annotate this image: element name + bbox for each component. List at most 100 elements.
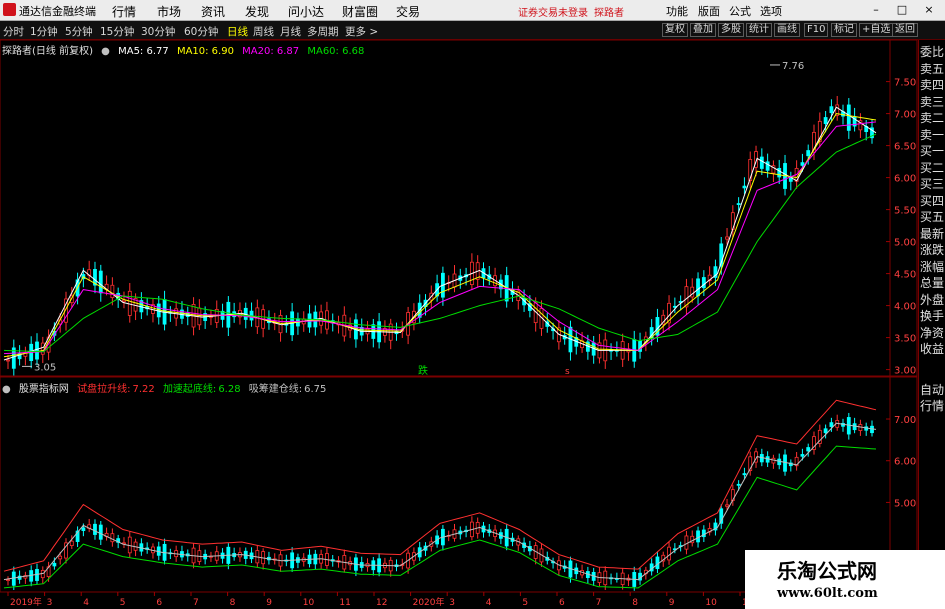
sub-y-tick-label: 7.00 <box>894 415 916 426</box>
sub-candle-body <box>829 422 834 427</box>
main-candle-body <box>696 278 700 297</box>
main-candle-body <box>846 104 851 131</box>
quote-side-panel: 委比 卖五 卖四 卖三 卖二 卖一 买一 买二 买三 买四 买五 最新 涨跌 涨… <box>918 40 945 609</box>
legend-ma5: MA5: 6.77 <box>118 46 169 57</box>
side-item-bid3[interactable]: 买三 <box>920 176 945 192</box>
sub-candle-body <box>696 530 700 543</box>
main-candle-body <box>35 341 39 360</box>
side-item-change-pct[interactable]: 涨幅 <box>920 259 945 275</box>
side-item-net-assets[interactable]: 净资 <box>920 325 945 341</box>
high-marker-label: 7.76 <box>782 61 804 72</box>
x-axis-label: 8 <box>632 598 638 608</box>
side-item-outer-volume[interactable]: 外盘 <box>920 292 945 308</box>
sub-y-tick-label: 5.00 <box>894 498 916 509</box>
main-candle-body <box>736 203 741 205</box>
main-candle-body <box>777 167 782 178</box>
event-marker-2: s <box>565 367 570 377</box>
x-axis-label: 6 <box>559 598 565 608</box>
legend-ma20: MA20: 6.87 <box>242 46 300 57</box>
chart-canvas[interactable]: 3.00 3.50 4.00 4.50 5.00 5.50 6.00 6.50 7.00 7.50… <box>0 0 945 609</box>
sub-chart-legend: ● 股票指标网 试盘拉升线: 7.22 加速起底线: 6.28 吸筹建仓线: 6.75 <box>2 380 331 395</box>
sub-candle-body <box>93 523 97 535</box>
sub-candle-body <box>110 533 115 543</box>
x-axis-label: 9 <box>669 598 675 608</box>
side-item-bid5[interactable]: 买五 <box>920 209 945 225</box>
main-series-1-line <box>3 106 877 361</box>
side-item-turnover[interactable]: 换手 <box>920 308 945 324</box>
side-item-ask4[interactable]: 卖四 <box>920 77 945 93</box>
legend-accum-line-value: 6.75 <box>304 384 327 395</box>
main-candle-body <box>765 161 770 171</box>
x-axis-label: 10 <box>303 598 315 608</box>
main-candle-body <box>701 277 706 289</box>
legend-test-line-value: 7.22 <box>132 384 155 395</box>
side-item-change[interactable]: 涨跌 <box>920 242 945 258</box>
main-candle-body <box>690 286 695 298</box>
main-candle-body <box>122 299 126 302</box>
main-y-tick-label: 7.50 <box>894 78 916 89</box>
side-item-quotes[interactable]: 行情 <box>920 398 945 414</box>
side-item-ask2[interactable]: 卖二 <box>920 110 945 126</box>
sub-candle-body <box>725 504 729 507</box>
x-axis-label: 7 <box>596 598 602 608</box>
x-axis-label: 9 <box>266 598 272 608</box>
side-item-bid4[interactable]: 买四 <box>920 193 945 209</box>
main-chart-frame <box>0 39 918 377</box>
x-axis-label: 8 <box>230 598 236 608</box>
main-series-4-line <box>3 133 877 353</box>
watermark-title: 乐淘公式网 <box>777 559 877 583</box>
sub-candle-body <box>52 562 57 567</box>
sub-candle-body <box>823 428 828 434</box>
legend-accel-line-value: 6.28 <box>218 384 241 395</box>
side-item-auto[interactable]: 自动 <box>920 382 945 398</box>
x-axis-label: 6 <box>156 598 162 608</box>
main-y-tick-label: 4.00 <box>894 302 916 313</box>
sub-candle-body <box>6 579 10 581</box>
x-axis-label: 10 <box>705 598 717 608</box>
main-candle-body <box>742 185 747 189</box>
x-axis-label: 2020年 <box>413 596 445 608</box>
sub-candle-body <box>800 454 805 457</box>
main-candle-body <box>829 106 834 114</box>
main-series-2-line <box>3 113 877 358</box>
sub-y-tick-label: 6.00 <box>894 457 916 468</box>
main-y-tick-label: 5.00 <box>894 238 916 249</box>
main-candle-body <box>806 150 811 157</box>
side-item-last[interactable]: 最新 <box>920 226 945 242</box>
x-axis-label: 5 <box>522 598 528 608</box>
side-item-ask5[interactable]: 卖五 <box>920 61 945 77</box>
sub-candle-body <box>806 447 811 452</box>
side-item-ask1[interactable]: 卖一 <box>920 127 945 143</box>
x-axis-label: 2019年 <box>10 596 42 608</box>
site-watermark: 乐淘公式网 www.60lt.com <box>745 550 945 609</box>
main-candle-body <box>98 270 103 294</box>
side-item-bid1[interactable]: 买一 <box>920 143 945 159</box>
x-axis-label: 3 <box>47 598 53 608</box>
main-y-tick-label: 3.50 <box>894 334 916 345</box>
main-candle-body <box>6 359 10 362</box>
main-chart-title: 探路者(日线 前复权) <box>2 46 93 57</box>
main-candle-body <box>725 236 729 240</box>
side-item-commission-ratio[interactable]: 委比 <box>920 44 945 60</box>
side-item-volume[interactable]: 总量 <box>920 275 945 291</box>
sub-candle-body <box>736 483 741 486</box>
x-axis-label: 3 <box>449 598 455 608</box>
sub-candle-body <box>742 473 747 476</box>
x-axis-label: 7 <box>193 598 199 608</box>
main-y-tick-label: 5.50 <box>894 206 916 217</box>
low-marker-label: 3.05 <box>34 362 56 373</box>
side-item-ask3[interactable]: 卖三 <box>920 94 945 110</box>
main-y-tick-label: 4.50 <box>894 270 916 281</box>
x-axis-label: 4 <box>83 598 89 608</box>
x-axis-label: 4 <box>486 598 492 608</box>
sub-candle-body <box>667 546 671 561</box>
main-y-tick-label: 6.50 <box>894 142 916 153</box>
sub-candle-body <box>69 540 74 546</box>
legend-dot-icon: ● <box>2 384 11 395</box>
main-y-tick-label: 7.00 <box>894 110 916 121</box>
main-y-tick-label: 3.00 <box>894 366 916 377</box>
side-item-earnings[interactable]: 收益 <box>920 341 945 357</box>
watermark-url: www.60lt.com <box>777 586 878 601</box>
x-axis-label: 12 <box>376 598 387 608</box>
side-item-bid2[interactable]: 买二 <box>920 160 945 176</box>
